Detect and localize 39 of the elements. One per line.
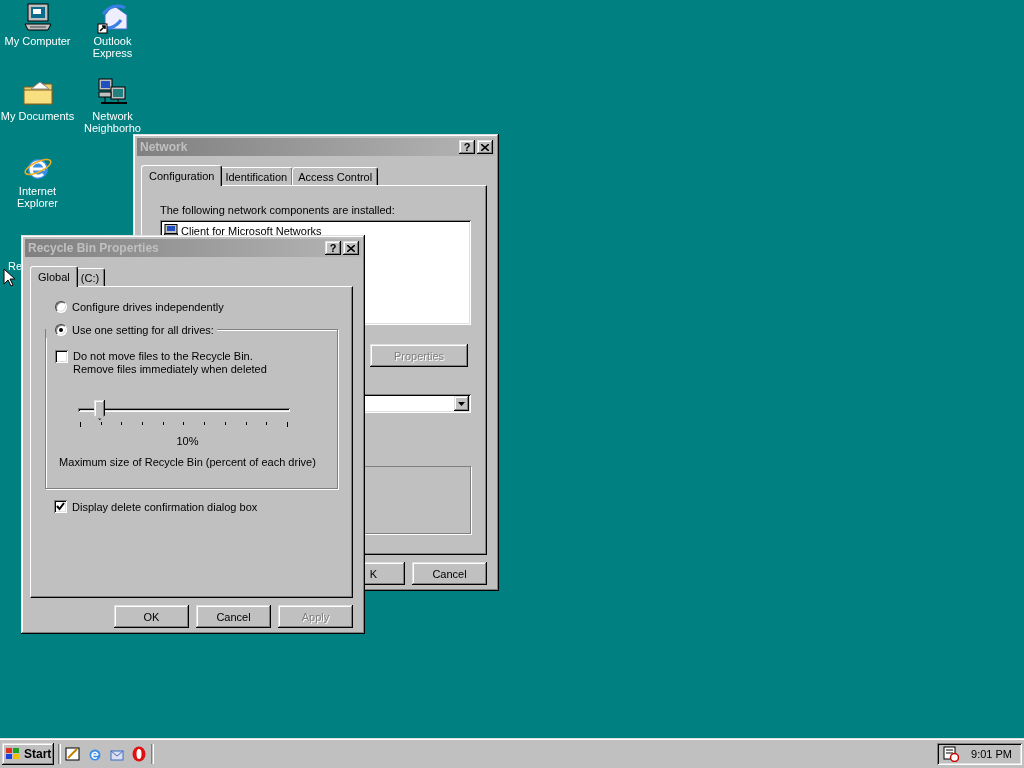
checkbox-label: Do not move files to the Recycle Bin. Remove files immediately when deleted bbox=[73, 350, 267, 376]
radio-button[interactable] bbox=[55, 301, 67, 313]
cancel-button[interactable]: Cancel bbox=[412, 562, 487, 585]
slider-caption: Maximum size of Recycle Bin (percent of each drive) bbox=[58, 456, 317, 468]
desktop-icon-label[interactable]: My Documents bbox=[0, 110, 76, 122]
ok-button[interactable]: OK bbox=[114, 605, 189, 628]
list-item[interactable]: Client for Microsoft Networks bbox=[181, 224, 322, 237]
desktop-icon-label[interactable]: My Computer bbox=[0, 35, 76, 47]
mouse-pointer-icon bbox=[3, 268, 15, 287]
desktop-icon-label[interactable]: Network Neighborho bbox=[74, 110, 151, 134]
windows-flag-icon bbox=[5, 747, 21, 762]
tab[interactable]: Identification bbox=[219, 167, 294, 185]
clock[interactable]: 9:01 PM bbox=[971, 748, 1012, 761]
slider-value: 10% bbox=[175, 435, 200, 447]
desktop-icon-label[interactable]: Outlook Express bbox=[74, 35, 151, 59]
radio-label: Configure drives independently bbox=[72, 301, 224, 313]
computer-icon bbox=[21, 2, 54, 34]
cancel-button[interactable]: Cancel bbox=[196, 605, 271, 628]
radio-label: Use one setting for all drives: bbox=[72, 324, 214, 336]
close-button[interactable] bbox=[343, 241, 359, 255]
list-label: The following network components are installed: bbox=[160, 204, 395, 216]
desktop-icon-label[interactable]: Re bbox=[8, 260, 23, 272]
checkbox-label: Display delete confirmation dialog box bbox=[72, 500, 258, 513]
window-title: Network bbox=[140, 140, 189, 154]
tab[interactable]: Configuration bbox=[141, 165, 223, 186]
start-button[interactable]: Start bbox=[2, 743, 55, 766]
close-icon bbox=[481, 143, 489, 151]
o-logo-icon[interactable] bbox=[131, 746, 148, 763]
radio-button[interactable] bbox=[55, 324, 67, 336]
help-button[interactable]: ? bbox=[459, 140, 475, 154]
close-icon bbox=[347, 244, 355, 252]
close-button[interactable] bbox=[477, 140, 493, 154]
slider-thumb[interactable] bbox=[94, 400, 106, 420]
tab[interactable]: Access Control bbox=[292, 167, 379, 185]
help-button[interactable]: ? bbox=[325, 241, 341, 255]
checkbox[interactable] bbox=[54, 500, 67, 513]
desktop-icon-label[interactable]: Internet Explorer bbox=[0, 185, 76, 209]
checkbox[interactable] bbox=[55, 350, 68, 363]
tab[interactable]: Global bbox=[30, 266, 78, 287]
